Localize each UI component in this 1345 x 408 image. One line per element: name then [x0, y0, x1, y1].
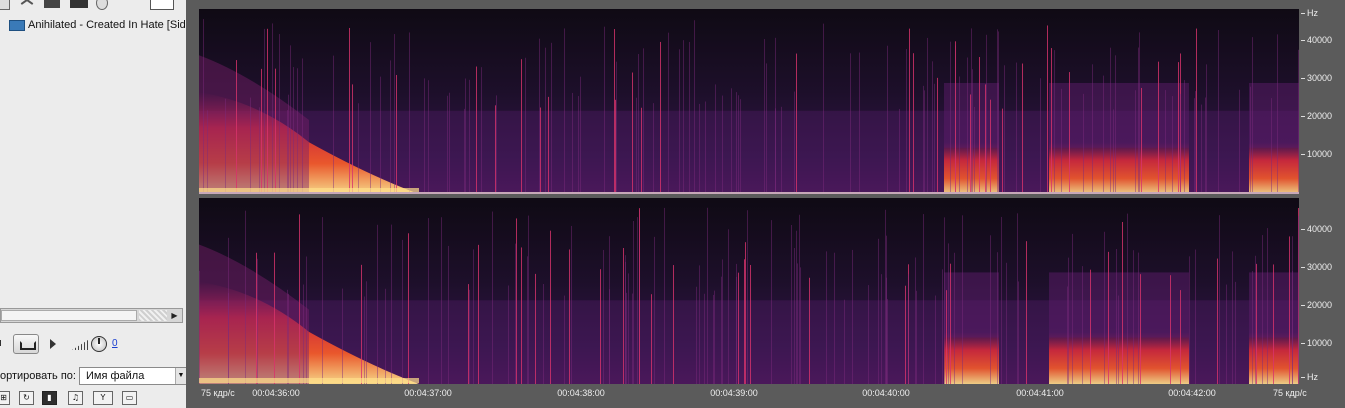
keyboard-icon[interactable]	[70, 0, 88, 8]
stop-icon[interactable]: ▮	[42, 391, 57, 405]
sort-select[interactable]: Имя файла ▼	[79, 367, 187, 385]
time-tick: 00:04:41:00	[1016, 388, 1064, 398]
volume-level-icon	[72, 340, 88, 350]
speaker-icon[interactable]	[0, 337, 6, 349]
freq-tick: 30000	[1300, 73, 1333, 83]
frame-rate-left: 75 кдр/с	[201, 388, 235, 398]
play-icon[interactable]	[50, 339, 56, 349]
frequency-axis-top: Hz 40000 30000 20000 10000	[1300, 0, 1345, 194]
freq-tick: 30000	[1300, 262, 1333, 272]
spectrogram-channel-bottom[interactable]	[199, 198, 1299, 384]
frequency-axis-bottom: 40000 30000 20000 10000 Hz	[1300, 194, 1345, 388]
bottom-toolbar: ⊞ ↻ ▮ ♫ Y ▭	[0, 390, 186, 408]
horizontal-scrollbar[interactable]: ▶	[0, 308, 183, 323]
player-controls: 0	[0, 332, 186, 356]
sort-label: ортировать по:	[0, 370, 76, 382]
scroll-right-arrow-icon[interactable]: ▶	[168, 310, 181, 321]
freq-tick: 40000	[1300, 35, 1333, 45]
panel-toolbar	[0, 0, 186, 10]
clock-icon[interactable]	[96, 0, 108, 10]
loop-icon[interactable]: ↻	[19, 391, 34, 405]
scrollbar-thumb[interactable]	[1, 310, 137, 321]
time-axis: 75 кдр/с 00:04:36:00 00:04:37:00 00:04:3…	[197, 386, 1345, 408]
time-tick: 00:04:40:00	[862, 388, 910, 398]
scrollbar-track[interactable]	[139, 310, 167, 321]
channel-baseline	[199, 192, 1299, 194]
time-tick: 00:04:37:00	[404, 388, 452, 398]
freq-tick: 20000	[1300, 111, 1333, 121]
spectrogram-canvas-bottom	[199, 198, 1299, 384]
repeat-button[interactable]	[13, 334, 39, 354]
time-tick: 00:04:36:00	[252, 388, 300, 398]
time-tick: 00:04:42:00	[1168, 388, 1216, 398]
freq-unit-label: Hz	[1301, 372, 1318, 382]
volume-value[interactable]: 0	[112, 338, 118, 349]
file-browser-panel: Anihilated - Created In Hate [Side ▶ 0 о…	[0, 0, 187, 408]
cut-icon[interactable]	[20, 0, 34, 8]
freq-tick: 40000	[1300, 224, 1333, 234]
file-list-item[interactable]: Anihilated - Created In Hate [Side	[9, 17, 186, 33]
freq-tick: 10000	[1300, 338, 1333, 348]
time-tick: 00:04:39:00	[710, 388, 758, 398]
window-icon[interactable]	[0, 0, 10, 10]
panel-separator[interactable]	[186, 0, 197, 408]
view-toggle-icon[interactable]	[150, 0, 174, 10]
spectrogram-canvas-top	[199, 9, 1299, 194]
music-note-icon[interactable]: ♫	[68, 391, 83, 405]
tag-icon[interactable]: ▭	[122, 391, 137, 405]
time-tick: 00:04:38:00	[557, 388, 605, 398]
sort-selected-value: Имя файла	[86, 370, 145, 382]
device-icon[interactable]	[44, 0, 60, 8]
freq-tick: 20000	[1300, 300, 1333, 310]
freq-tick: 10000	[1300, 149, 1333, 159]
refresh-icon[interactable]: ⊞	[0, 391, 10, 405]
spectrogram-view: Hz 40000 30000 20000 10000 40000 30000 2…	[197, 0, 1345, 408]
frame-rate-right: 75 кдр/с	[1273, 388, 1307, 398]
filter-eye-icon[interactable]: Y	[93, 391, 113, 405]
chevron-down-icon[interactable]: ▼	[175, 368, 186, 384]
volume-knob[interactable]	[91, 336, 107, 352]
freq-unit-label: Hz	[1301, 8, 1318, 18]
spectrogram-channel-top[interactable]	[199, 9, 1299, 194]
audio-file-icon	[9, 19, 25, 31]
file-name: Anihilated - Created In Hate [Side	[28, 19, 186, 32]
